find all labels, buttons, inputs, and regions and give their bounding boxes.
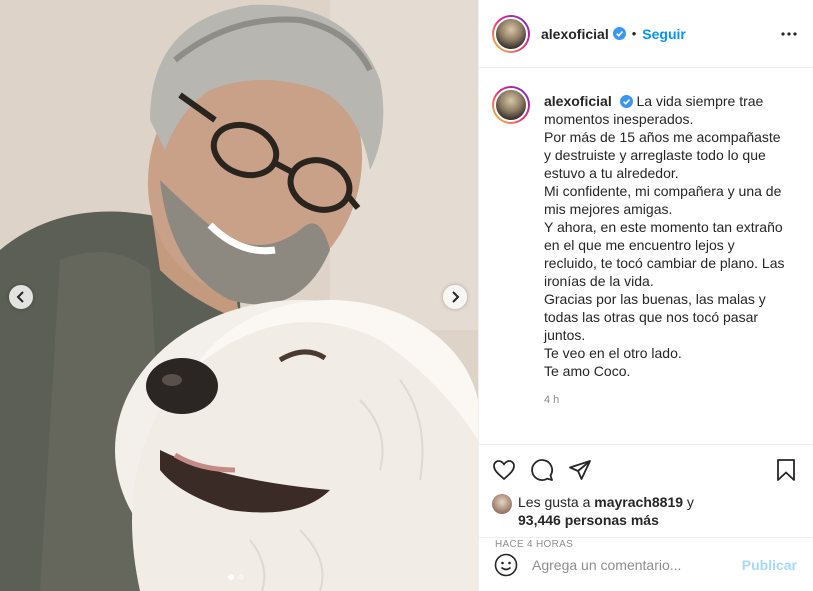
carousel-dot-active (228, 574, 234, 580)
likes-text: Les gusta a mayrach8819 y 93,446 persona… (518, 493, 694, 529)
caption-line: estuvo a tu alrededor. (544, 165, 679, 181)
caption-line: Y ahora, en este momento tan extraño (544, 219, 783, 235)
caption-username[interactable]: alexoficial (544, 93, 612, 109)
emoji-icon[interactable] (494, 553, 518, 577)
caption-line: juntos. (544, 327, 586, 343)
carousel-indicator (228, 574, 244, 580)
publish-button[interactable]: Publicar (742, 557, 797, 573)
liker-avatar[interactable] (492, 494, 512, 514)
post-actions: Les gusta a mayrach8819 y 93,446 persona… (479, 444, 813, 550)
carousel-dot (238, 574, 244, 580)
caption-line: momentos inesperados. (544, 111, 694, 127)
comment-icon[interactable] (530, 458, 554, 482)
caption-line: Gracias por las buenas, las malas y (544, 291, 766, 307)
caption-line: recluido, te tocó cambiar de plano. Las (544, 255, 785, 271)
caption-comment: alexoficial La vida siempre trae momento… (492, 86, 797, 380)
likes-and: y (686, 494, 694, 510)
caption-text: alexoficial La vida siempre trae momento… (544, 92, 794, 380)
verified-badge-icon (612, 27, 626, 40)
post-header: alexoficial • Seguir (479, 0, 813, 68)
post-side-panel: alexoficial • Seguir alexoficial La vida… (478, 0, 813, 591)
more-options-icon[interactable] (781, 31, 797, 36)
comment-input[interactable] (532, 556, 742, 573)
caption-line: y destruiste y arreglaste todo lo que (544, 147, 766, 163)
caption-line: Mi confidente, mi compañera y una de (544, 183, 782, 199)
carousel-next-button[interactable] (443, 285, 467, 309)
add-comment-bar: Publicar (479, 537, 813, 591)
caption-line: Te veo en el otro lado. (544, 345, 682, 361)
caption-line: Por más de 15 años me acompañaste (544, 129, 781, 145)
bookmark-icon[interactable] (775, 458, 797, 482)
likes-summary: Les gusta a mayrach8819 y 93,446 persona… (492, 493, 797, 529)
caption-line: todas las otras que nos tocó pasar (544, 309, 759, 325)
caption-line-first: La vida siempre trae (636, 93, 764, 109)
photo-man-with-dog (0, 0, 478, 591)
comments-area: alexoficial La vida siempre trae momento… (479, 68, 813, 444)
caption-line: ironías de la vida. (544, 273, 654, 289)
caption-author-avatar[interactable] (492, 86, 530, 124)
heart-icon[interactable] (492, 458, 516, 482)
post-photo[interactable] (0, 0, 478, 591)
chevron-right-icon (452, 291, 460, 303)
chevron-left-icon (16, 291, 24, 303)
caption-line: en el que me encuentro lejos y (544, 237, 735, 253)
carousel-prev-button[interactable] (9, 285, 33, 309)
liker-username[interactable]: mayrach8819 (594, 494, 683, 510)
share-icon[interactable] (568, 458, 592, 482)
verified-badge-icon (619, 95, 633, 108)
author-avatar[interactable] (492, 14, 530, 53)
caption-timestamp[interactable]: 4 h (544, 394, 797, 406)
author-username[interactable]: alexoficial (541, 26, 609, 42)
likes-prefix: Les gusta a (518, 494, 591, 510)
caption-line: Te amo Coco. (544, 363, 631, 379)
follow-button[interactable]: Seguir (642, 26, 686, 42)
caption-line: mis mejores amigas. (544, 201, 673, 217)
instagram-post: alexoficial • Seguir alexoficial La vida… (0, 0, 813, 591)
separator-dot: • (631, 26, 637, 41)
likes-count[interactable]: 93,446 personas más (518, 512, 659, 528)
action-icons (492, 455, 797, 485)
